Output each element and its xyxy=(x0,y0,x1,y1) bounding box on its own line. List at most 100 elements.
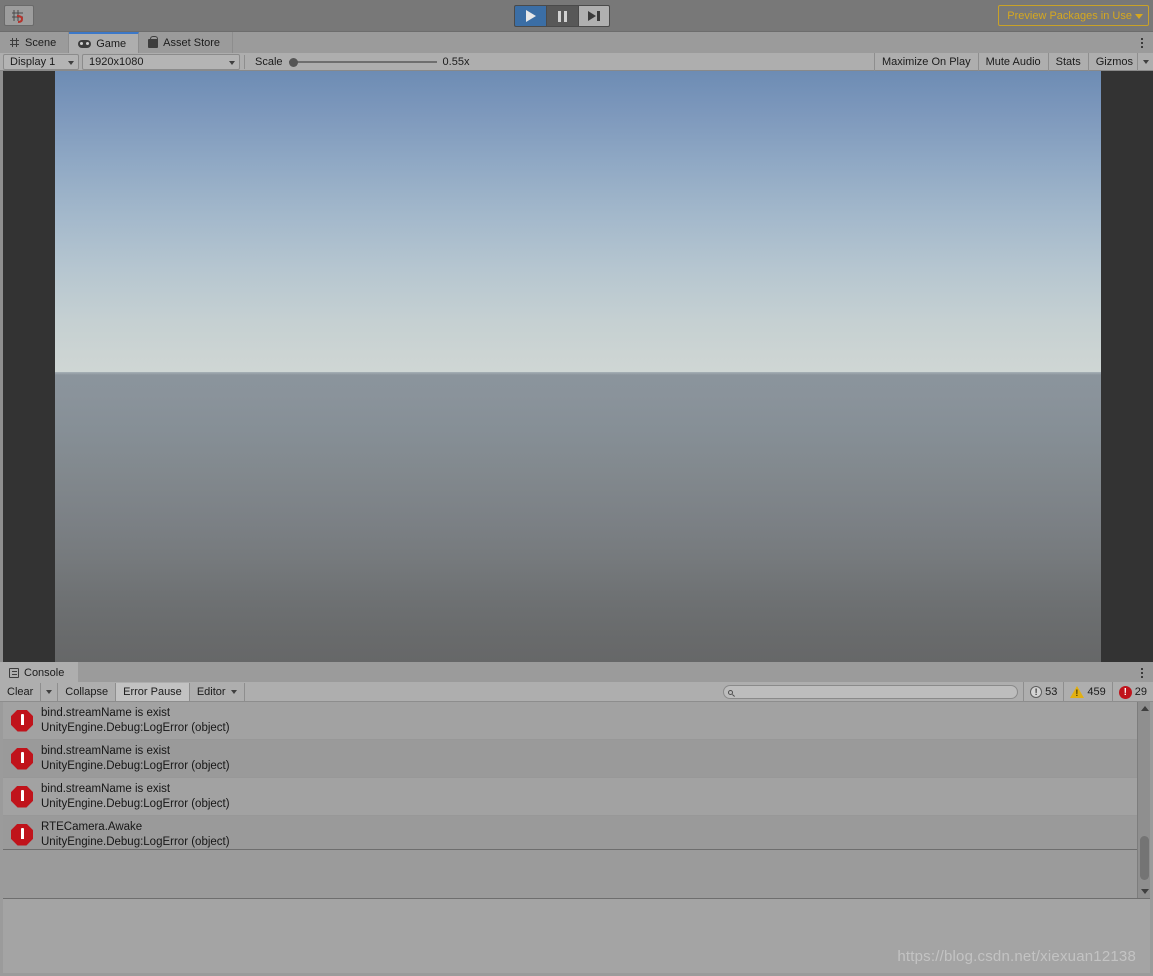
error-pause-button[interactable]: Error Pause xyxy=(116,683,190,701)
gizmos-button[interactable]: Gizmos xyxy=(1088,53,1137,71)
chevron-down-icon xyxy=(46,690,52,694)
stats-button[interactable]: Stats xyxy=(1048,53,1088,71)
mute-audio-label: Mute Audio xyxy=(986,56,1041,68)
chevron-down-icon xyxy=(68,61,74,65)
store-bag-icon xyxy=(148,39,158,48)
sky-gradient xyxy=(55,71,1101,372)
scroll-down-button[interactable] xyxy=(1138,885,1151,898)
gamepad-icon xyxy=(78,40,91,48)
log-message: bind.streamName is exist xyxy=(41,782,230,797)
chevron-down-icon xyxy=(1143,60,1149,64)
tab-asset-store-label: Asset Store xyxy=(163,37,220,49)
clear-dropdown-button[interactable] xyxy=(40,683,58,701)
mute-audio-button[interactable]: Mute Audio xyxy=(978,53,1048,71)
scale-label: Scale xyxy=(255,56,283,68)
toolbar-left-group xyxy=(0,5,34,26)
game-camera-output xyxy=(55,71,1101,662)
console-log-list[interactable]: bind.streamName is exist UnityEngine.Deb… xyxy=(3,702,1150,850)
console-search-input[interactable] xyxy=(737,686,1007,698)
log-message: bind.streamName is exist xyxy=(41,744,230,759)
error-icon xyxy=(11,710,33,732)
console-options-menu-button[interactable] xyxy=(1131,662,1153,683)
playback-controls xyxy=(514,5,610,27)
step-button[interactable] xyxy=(578,5,610,27)
collapse-label: Collapse xyxy=(65,686,108,698)
tab-scene[interactable]: Scene xyxy=(0,32,69,53)
table-row[interactable]: RTECamera.Awake UnityEngine.Debug:LogErr… xyxy=(3,816,1150,850)
clear-button[interactable]: Clear xyxy=(0,683,40,701)
tab-game[interactable]: Game xyxy=(69,32,139,53)
error-icon xyxy=(11,748,33,770)
table-row[interactable]: bind.streamName is exist UnityEngine.Deb… xyxy=(3,778,1150,816)
console-panel: Console Clear Collapse Error Pause Edito… xyxy=(0,662,1153,976)
gameview-toolbar: Display 1 1920x1080 Scale 0.55x Maximize… xyxy=(0,53,1153,71)
log-stacktrace: UnityEngine.Debug:LogError (object) xyxy=(41,721,230,736)
scale-slider[interactable] xyxy=(289,56,437,68)
view-tab-bar: Scene Game Asset Store xyxy=(0,32,1153,53)
step-icon xyxy=(588,11,600,21)
gizmos-dropdown-button[interactable] xyxy=(1137,53,1153,71)
tab-asset-store[interactable]: Asset Store xyxy=(139,32,233,53)
pause-icon xyxy=(558,11,567,22)
log-stacktrace: UnityEngine.Debug:LogError (object) xyxy=(41,797,230,812)
play-button[interactable] xyxy=(514,5,546,27)
warning-badge-icon: ! xyxy=(1070,686,1084,698)
more-vertical-icon xyxy=(1141,38,1143,40)
chevron-up-icon xyxy=(1141,706,1149,711)
display-selector[interactable]: Display 1 xyxy=(3,54,79,70)
scale-value: 0.55x xyxy=(443,56,470,68)
preview-packages-label: Preview Packages in Use xyxy=(1007,10,1132,22)
table-row[interactable]: bind.streamName is exist UnityEngine.Deb… xyxy=(3,702,1150,740)
maximize-on-play-label: Maximize On Play xyxy=(882,56,971,68)
info-counter[interactable]: ! 53 xyxy=(1023,682,1063,702)
unity-collab-icon-button[interactable] xyxy=(4,5,34,26)
display-selector-label: Display 1 xyxy=(10,56,55,68)
console-scrollbar[interactable] xyxy=(1137,702,1150,898)
unity-editor-window: Preview Packages in Use Scene Game Asset… xyxy=(0,0,1153,976)
console-detail-pane[interactable]: https://blog.csdn.net/xiexuan12138 xyxy=(3,898,1150,973)
tab-console-label: Console xyxy=(24,667,64,679)
watermark-text: https://blog.csdn.net/xiexuan12138 xyxy=(897,948,1136,965)
log-message: bind.streamName is exist xyxy=(41,706,230,721)
console-search-box[interactable] xyxy=(723,685,1018,699)
tab-scene-label: Scene xyxy=(25,37,56,49)
gameview-left-edge xyxy=(0,71,3,662)
console-toolbar: Clear Collapse Error Pause Editor ! xyxy=(0,682,1153,702)
clear-label: Clear xyxy=(7,686,33,698)
scrollbar-thumb[interactable] xyxy=(1140,836,1149,880)
scale-slider-track xyxy=(289,61,437,63)
log-stacktrace: UnityEngine.Debug:LogError (object) xyxy=(41,759,230,774)
chevron-down-icon xyxy=(229,61,235,65)
toolbar-divider xyxy=(244,55,245,69)
search-icon xyxy=(728,690,733,695)
tab-console[interactable]: Console xyxy=(0,662,78,682)
unity-collab-icon xyxy=(11,9,27,23)
collapse-button[interactable]: Collapse xyxy=(58,683,116,701)
error-counter[interactable]: ! 29 xyxy=(1112,682,1153,702)
scroll-up-button[interactable] xyxy=(1138,702,1151,715)
chevron-down-icon xyxy=(1135,14,1143,19)
maximize-on-play-button[interactable]: Maximize On Play xyxy=(874,53,978,71)
game-view-render-area[interactable] xyxy=(0,71,1153,662)
resolution-selector[interactable]: 1920x1080 xyxy=(82,54,240,70)
pause-button[interactable] xyxy=(546,5,578,27)
table-row[interactable]: bind.streamName is exist UnityEngine.Deb… xyxy=(3,740,1150,778)
ground-gradient xyxy=(55,372,1101,662)
grid-hash-icon xyxy=(9,37,20,48)
stats-label: Stats xyxy=(1056,56,1081,68)
log-entry-text: RTECamera.Awake UnityEngine.Debug:LogErr… xyxy=(41,820,230,850)
console-counters: ! 53 ! 459 ! 29 xyxy=(1023,682,1153,702)
gizmos-label: Gizmos xyxy=(1096,56,1133,68)
tab-game-label: Game xyxy=(96,38,126,50)
warning-counter[interactable]: ! 459 xyxy=(1063,682,1111,702)
play-icon xyxy=(526,10,536,22)
scale-slider-knob[interactable] xyxy=(289,58,298,67)
log-entry-text: bind.streamName is exist UnityEngine.Deb… xyxy=(41,744,230,774)
log-message: RTECamera.Awake xyxy=(41,820,230,835)
log-stacktrace: UnityEngine.Debug:LogError (object) xyxy=(41,835,230,850)
preview-packages-button[interactable]: Preview Packages in Use xyxy=(998,5,1149,26)
view-options-menu-button[interactable] xyxy=(1131,32,1153,53)
editor-dropdown-button[interactable]: Editor xyxy=(190,683,245,701)
info-count: 53 xyxy=(1045,686,1057,698)
error-count: 29 xyxy=(1135,686,1147,698)
